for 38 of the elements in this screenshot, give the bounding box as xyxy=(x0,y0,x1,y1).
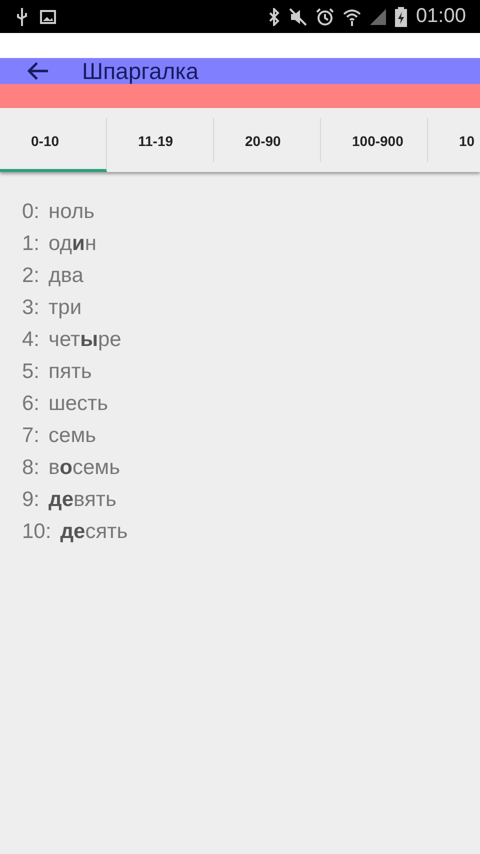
number-label: 4: xyxy=(22,328,40,352)
number-label: 9: xyxy=(22,488,40,512)
wifi-icon xyxy=(342,8,361,26)
number-label: 7: xyxy=(22,424,40,448)
alarm-icon xyxy=(316,8,334,26)
number-label: 5: xyxy=(22,360,40,384)
signal-icon xyxy=(370,8,386,24)
status-time: 01:00 xyxy=(416,5,466,28)
tab[interactable]: 0-10 xyxy=(0,118,107,172)
number-label: 8: xyxy=(22,456,40,480)
number-word: семь xyxy=(48,424,96,448)
battery-icon xyxy=(394,6,407,26)
usb-icon xyxy=(16,8,28,26)
number-label: 1: xyxy=(22,232,40,256)
number-label: 2: xyxy=(22,264,40,288)
tab[interactable]: 20-90 xyxy=(214,118,321,162)
number-word: девять xyxy=(48,488,116,512)
back-arrow-icon[interactable] xyxy=(27,62,49,80)
tab[interactable]: 100-900 xyxy=(321,118,428,162)
number-label: 0: xyxy=(22,200,40,224)
number-word: десять xyxy=(60,520,128,544)
number-word: четыре xyxy=(48,328,122,352)
mute-icon xyxy=(288,8,307,26)
app-title: Шпаргалка xyxy=(82,58,199,84)
bluetooth-icon xyxy=(268,8,280,26)
number-label: 10: xyxy=(22,520,52,544)
number-word: один xyxy=(48,232,97,256)
number-word: шесть xyxy=(48,392,108,416)
number-word: пять xyxy=(48,360,92,384)
number-label: 6: xyxy=(22,392,40,416)
tab[interactable]: 10 xyxy=(428,118,480,162)
number-word: три xyxy=(48,296,82,320)
number-label: 3: xyxy=(22,296,40,320)
number-word: два xyxy=(48,264,84,288)
number-word: восемь xyxy=(48,456,120,480)
number-word: ноль xyxy=(48,200,95,224)
tab[interactable]: 11-19 xyxy=(107,118,214,162)
image-icon xyxy=(40,10,56,24)
